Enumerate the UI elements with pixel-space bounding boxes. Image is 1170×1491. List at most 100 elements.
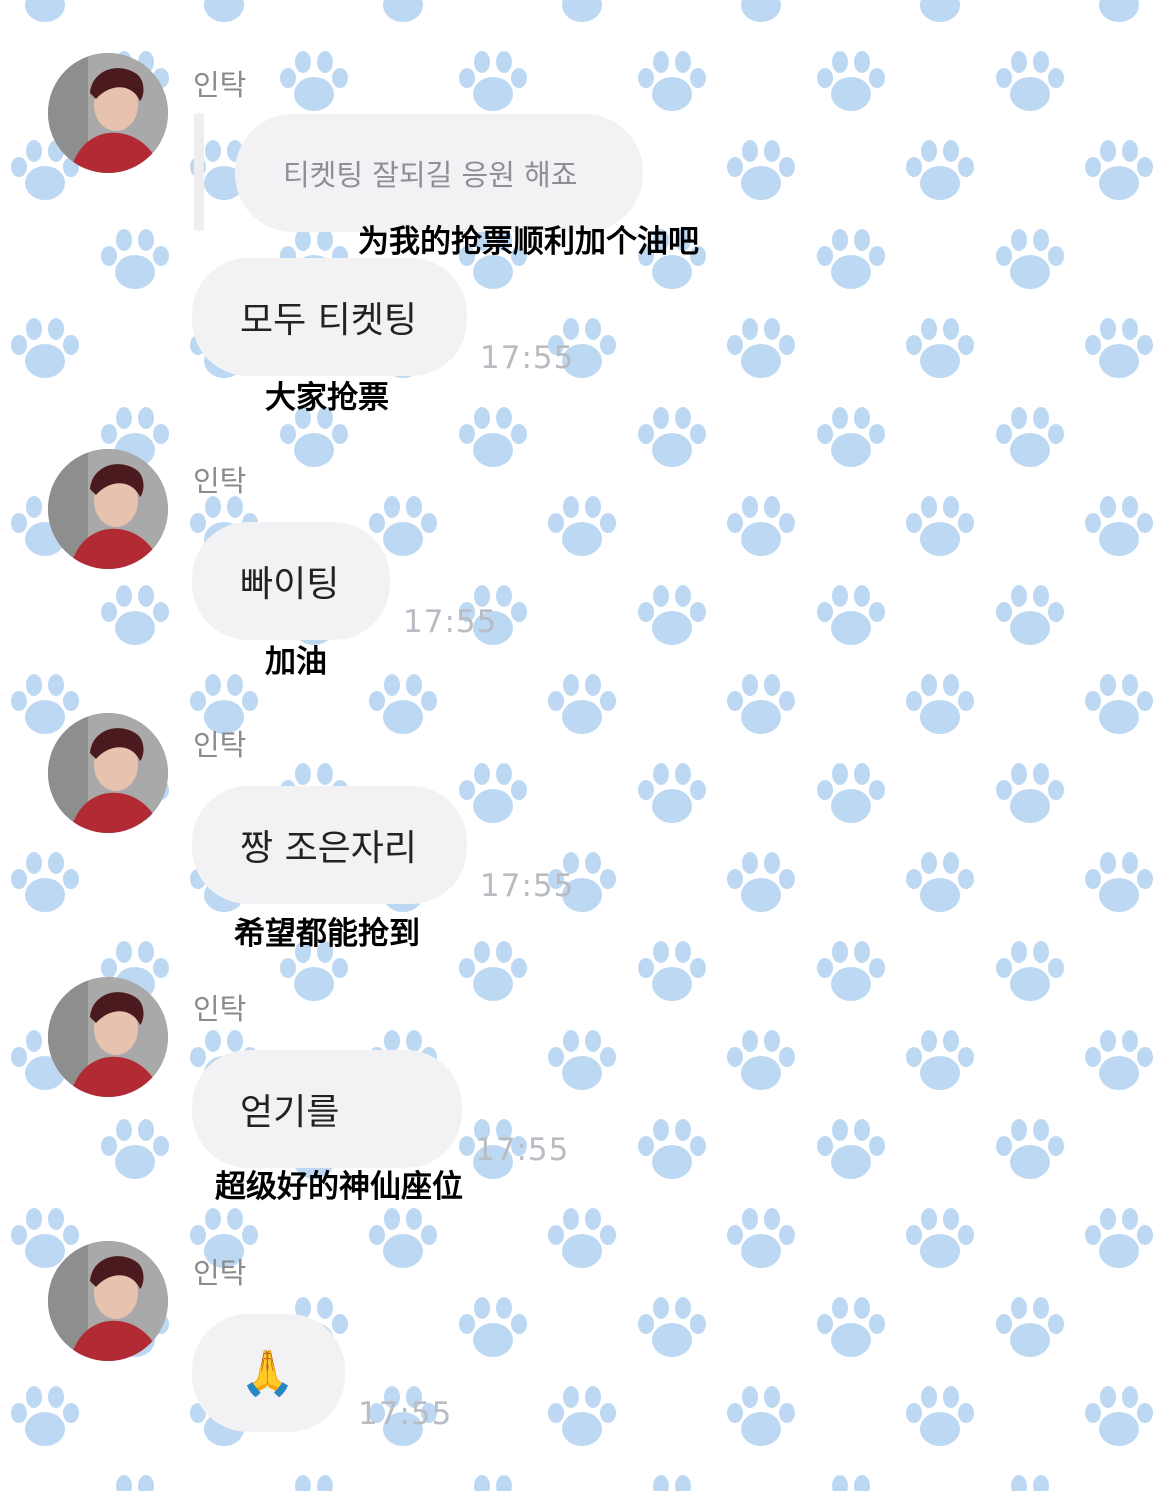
paw-print-icon bbox=[1085, 496, 1153, 556]
paw-print-icon bbox=[638, 51, 706, 111]
message-text: 짱 조은자리 bbox=[240, 828, 418, 869]
paw-print-icon bbox=[996, 407, 1064, 467]
paw-print-icon bbox=[832, 1475, 870, 1491]
message-bubble[interactable]: 빠이팅 bbox=[192, 522, 390, 640]
avatar-photo bbox=[48, 713, 168, 833]
sender-name: 인탁 bbox=[193, 992, 247, 1026]
avatar[interactable] bbox=[48, 53, 168, 173]
paw-print-icon bbox=[1085, 1386, 1153, 1446]
paw-print-icon bbox=[741, 0, 781, 22]
message-time: 17:55 bbox=[475, 1132, 570, 1168]
paw-print-icon bbox=[548, 1030, 616, 1090]
message-text: 모두 티켓팅 bbox=[240, 300, 418, 341]
message-bubble[interactable]: 얻기를 bbox=[192, 1050, 462, 1168]
paw-print-icon bbox=[727, 318, 795, 378]
message-bubble[interactable]: 모두 티켓팅 bbox=[192, 258, 467, 376]
paw-print-icon bbox=[996, 51, 1064, 111]
paw-print-icon bbox=[817, 585, 885, 645]
paw-print-icon bbox=[474, 1475, 512, 1491]
paw-print-icon bbox=[1085, 1208, 1153, 1268]
paw-print-icon bbox=[1085, 852, 1153, 912]
paw-print-icon bbox=[906, 1208, 974, 1268]
avatar[interactable] bbox=[48, 449, 168, 569]
paw-print-icon bbox=[204, 0, 244, 22]
paw-print-icon bbox=[638, 941, 706, 1001]
paw-print-icon bbox=[369, 674, 437, 734]
paw-print-icon bbox=[996, 585, 1064, 645]
paw-print-icon bbox=[996, 1297, 1064, 1357]
avatar[interactable] bbox=[48, 713, 168, 833]
paw-print-icon bbox=[817, 407, 885, 467]
caption: 加油 bbox=[265, 644, 327, 680]
message-time: 17:55 bbox=[480, 340, 575, 376]
paw-print-icon bbox=[996, 1119, 1064, 1179]
paw-print-icon bbox=[1085, 318, 1153, 378]
paw-print-icon bbox=[817, 1119, 885, 1179]
sender-name: 인탁 bbox=[193, 464, 247, 498]
paw-print-icon bbox=[101, 229, 169, 289]
paw-print-icon bbox=[996, 941, 1064, 1001]
paw-print-icon bbox=[906, 674, 974, 734]
paw-print-icon bbox=[369, 1208, 437, 1268]
paw-print-icon bbox=[817, 763, 885, 823]
paw-print-icon bbox=[101, 585, 169, 645]
paw-print-icon bbox=[295, 1475, 333, 1491]
paw-print-icon bbox=[459, 407, 527, 467]
message-time: 17:55 bbox=[480, 868, 575, 904]
paw-print-icon bbox=[459, 941, 527, 1001]
avatar-photo bbox=[48, 449, 168, 569]
paw-print-icon bbox=[906, 140, 974, 200]
paw-print-icon bbox=[459, 51, 527, 111]
sender-name: 인탁 bbox=[193, 728, 247, 762]
paw-print-icon bbox=[727, 1386, 795, 1446]
reply-quote-bubble[interactable]: 티켓팅 잘되길 응원 해죠 bbox=[235, 114, 643, 232]
paw-print-icon bbox=[11, 1386, 79, 1446]
paw-print-icon bbox=[906, 496, 974, 556]
paw-print-icon bbox=[459, 1297, 527, 1357]
paw-print-icon bbox=[817, 1297, 885, 1357]
paw-print-icon bbox=[996, 229, 1064, 289]
paw-print-icon bbox=[727, 1030, 795, 1090]
paw-print-icon bbox=[638, 1119, 706, 1179]
paw-print-icon bbox=[11, 852, 79, 912]
paw-print-icon bbox=[638, 407, 706, 467]
message-time: 17:55 bbox=[358, 1396, 453, 1432]
paw-print-icon bbox=[638, 1297, 706, 1357]
paw-print-icon bbox=[1011, 1475, 1049, 1491]
message-bubble[interactable]: 🙏 bbox=[192, 1314, 345, 1432]
paw-print-icon bbox=[101, 1119, 169, 1179]
paw-print-icon bbox=[906, 1030, 974, 1090]
paw-print-icon bbox=[906, 1386, 974, 1446]
avatar-photo bbox=[48, 977, 168, 1097]
paw-print-icon bbox=[548, 1386, 616, 1446]
paw-print-icon bbox=[383, 0, 423, 22]
avatar[interactable] bbox=[48, 1241, 168, 1361]
paw-print-icon bbox=[11, 318, 79, 378]
reply-quoted-text: 티켓팅 잘되길 응원 해죠 bbox=[283, 158, 578, 192]
paw-print-icon bbox=[638, 763, 706, 823]
caption: 超级好的神仙座位 bbox=[215, 1169, 463, 1205]
paw-print-icon bbox=[817, 941, 885, 1001]
message-text: 얻기를 bbox=[240, 1092, 340, 1133]
paw-print-icon bbox=[638, 585, 706, 645]
paw-print-icon bbox=[562, 0, 602, 22]
message-bubble[interactable]: 짱 조은자리 bbox=[192, 786, 467, 904]
avatar[interactable] bbox=[48, 977, 168, 1097]
paw-print-icon bbox=[906, 852, 974, 912]
paw-print-icon bbox=[1085, 140, 1153, 200]
avatar-photo bbox=[48, 53, 168, 173]
paw-print-icon bbox=[548, 496, 616, 556]
paw-print-icon bbox=[996, 763, 1064, 823]
caption: 希望都能抢到 bbox=[234, 916, 420, 952]
message-time: 17:55 bbox=[403, 604, 498, 640]
paw-print-icon bbox=[906, 318, 974, 378]
folded-hands-icon: 🙏 bbox=[240, 1348, 295, 1399]
paw-print-icon bbox=[280, 51, 348, 111]
paw-print-icon bbox=[548, 1208, 616, 1268]
paw-print-icon bbox=[727, 674, 795, 734]
paw-print-icon bbox=[817, 51, 885, 111]
paw-print-icon bbox=[11, 674, 79, 734]
avatar-photo bbox=[48, 1241, 168, 1361]
paw-print-icon bbox=[1085, 674, 1153, 734]
paw-print-icon bbox=[727, 852, 795, 912]
